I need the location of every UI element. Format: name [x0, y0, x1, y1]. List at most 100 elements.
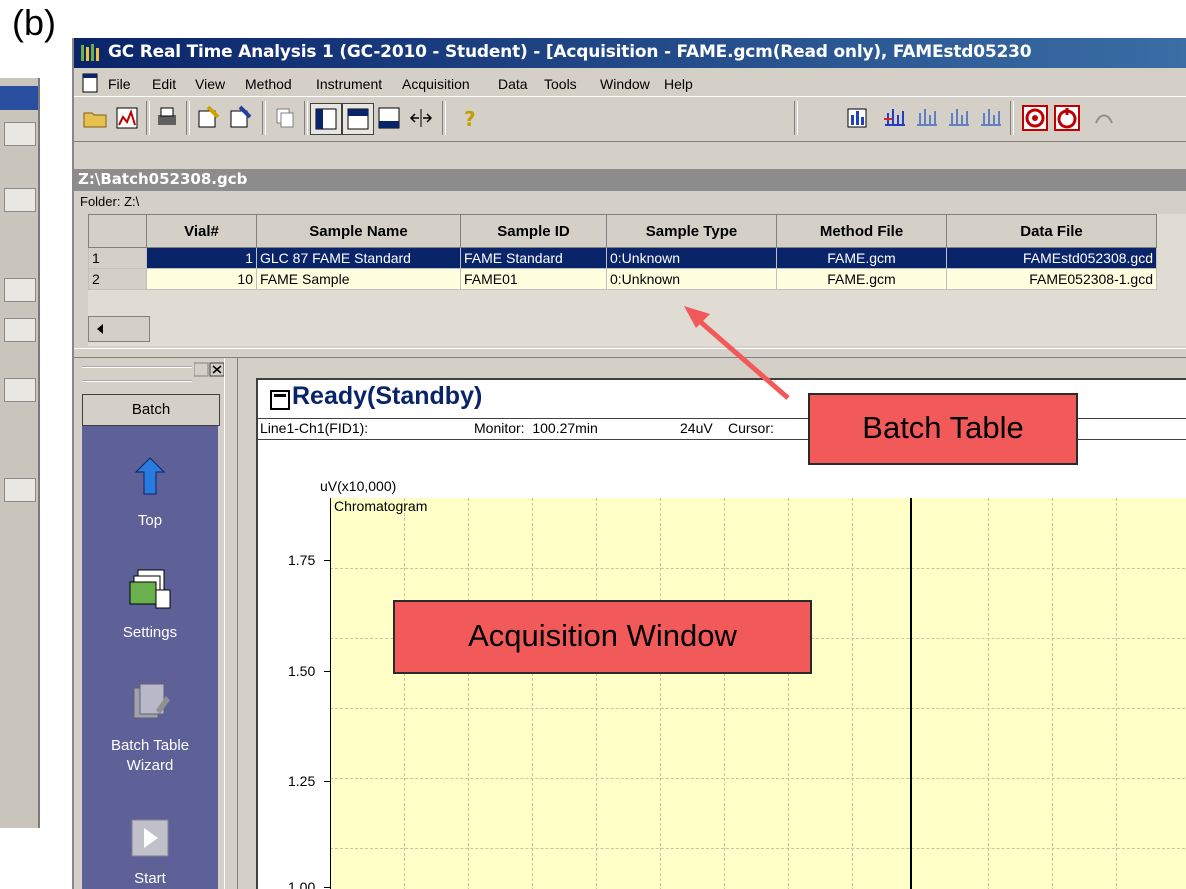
cell-vial[interactable]: 10	[146, 268, 257, 290]
menu-edit[interactable]: Edit	[152, 76, 176, 92]
assistant-item-top[interactable]: Top	[82, 454, 218, 544]
document-icon[interactable]	[80, 72, 102, 94]
menu-method[interactable]: Method	[245, 76, 292, 92]
background-window-strip	[0, 78, 40, 828]
vertical-splitter[interactable]	[224, 358, 238, 889]
assistant-label-top: Top	[137, 512, 163, 529]
layout-left-icon[interactable]	[310, 103, 342, 135]
cell-method-file[interactable]: FAME.gcm	[776, 247, 947, 269]
cell-method-file[interactable]: FAME.gcm	[776, 268, 947, 290]
assistant-item-batch-wizard[interactable]: Batch Table Wizard	[82, 680, 218, 776]
layout-top-icon[interactable]	[342, 103, 374, 135]
horizontal-scrollbar[interactable]	[88, 316, 150, 342]
signal-value: 24uV	[680, 420, 713, 436]
y-tick-label: 1.50	[288, 663, 316, 679]
channel-label: Line1-Ch1(FID1):	[260, 420, 369, 436]
assistant-label-start: Start	[134, 870, 166, 887]
cell-sample-name[interactable]: GLC 87 FAME Standard	[256, 247, 461, 269]
horizontal-splitter[interactable]	[74, 348, 1186, 358]
cell-vial[interactable]: 1	[146, 247, 257, 269]
cursor-label: Cursor:	[728, 420, 774, 436]
assistant-label-batch-wizard: Batch Table Wizard	[110, 737, 190, 774]
assistant-label-settings: Settings	[122, 624, 178, 641]
acquisition-status-title: Ready(Standby)	[292, 382, 483, 410]
assistant-panel: Top Settings Batch Table Wizard Start	[82, 426, 218, 889]
menu-instrument[interactable]: Instrument	[316, 76, 382, 92]
y-axis-unit: uV(x10,000)	[320, 478, 397, 494]
menu-view[interactable]: View	[195, 76, 225, 92]
batch-table-grid: Vial# Sample Name Sample ID Sample Type …	[88, 214, 1157, 290]
cell-data-file[interactable]: FAMEstd052308.gcd	[946, 247, 1157, 269]
tool-extra-icon[interactable]	[1090, 103, 1120, 133]
corner-header[interactable]	[88, 214, 147, 248]
peak-tool-icon-4[interactable]	[976, 103, 1006, 133]
column-header-sample-id[interactable]: Sample ID	[460, 214, 607, 248]
method-icon[interactable]	[194, 103, 224, 133]
y-tick-label: 1.00	[288, 879, 316, 889]
toolbar: ?	[74, 96, 1186, 142]
svg-text:?: ?	[464, 107, 476, 131]
peak-tool-icon-1[interactable]	[880, 103, 910, 133]
up-arrow-icon	[134, 457, 166, 495]
assistant-grip[interactable]	[82, 366, 192, 382]
title-bar[interactable]: GC Real Time Analysis 1 (GC-2010 - Stude…	[74, 38, 1186, 68]
assistant-item-start[interactable]: Start	[82, 818, 218, 889]
chromatogram-plot-area[interactable]	[330, 498, 1186, 889]
menu-acquisition[interactable]: Acquisition	[402, 76, 470, 92]
menu-file[interactable]: File	[108, 76, 131, 92]
row-number[interactable]: 2	[88, 268, 147, 290]
cursor-line[interactable]	[910, 498, 912, 889]
copy-icon[interactable]	[270, 103, 300, 133]
cell-data-file[interactable]: FAME052308-1.gcd	[946, 268, 1157, 290]
y-axis	[330, 498, 331, 889]
panel-label: (b)	[12, 2, 56, 43]
batch-button[interactable]: Batch	[82, 394, 220, 426]
batch-window-title-bar[interactable]: Z:\Batch052308.gcb	[74, 169, 1186, 191]
folder-label: Folder: Z:\	[80, 194, 140, 209]
assistant-item-settings[interactable]: Settings	[82, 566, 218, 656]
window-restore-icon[interactable]	[270, 390, 290, 410]
help-icon[interactable]: ?	[454, 103, 484, 133]
assistant-close-icon[interactable]	[193, 362, 226, 378]
menu-window[interactable]: Window	[600, 76, 650, 92]
menu-bar: File Edit View Method Instrument Acquisi…	[74, 70, 1186, 96]
batch-file-path: Z:\Batch052308.gcb	[78, 170, 248, 188]
instrument-monitor-icon[interactable]	[842, 103, 872, 133]
method-edit-icon[interactable]	[226, 103, 256, 133]
assistant-bar: Batch Top Settings Batch Table Wizard St…	[74, 358, 230, 889]
row-number[interactable]: 1	[88, 247, 147, 269]
split-arrows-icon[interactable]	[406, 103, 436, 133]
column-header-sample-type[interactable]: Sample Type	[606, 214, 777, 248]
print-icon[interactable]	[152, 103, 182, 133]
app-icon	[81, 44, 99, 61]
chart-save-icon[interactable]	[112, 103, 142, 133]
menu-help[interactable]: Help	[664, 76, 693, 92]
record-stop-icon[interactable]	[1020, 103, 1050, 133]
y-tick-label: 1.25	[288, 773, 316, 789]
peak-tool-icon-3[interactable]	[944, 103, 974, 133]
callout-batch-table: Batch Table	[808, 393, 1078, 465]
chromatogram-label: Chromatogram	[334, 498, 428, 514]
column-header-sample-name[interactable]: Sample Name	[256, 214, 461, 248]
column-header-data-file[interactable]: Data File	[946, 214, 1157, 248]
peak-tool-icon-2[interactable]	[912, 103, 942, 133]
column-header-vial[interactable]: Vial#	[146, 214, 257, 248]
cell-sample-name[interactable]: FAME Sample	[256, 268, 461, 290]
settings-icon	[129, 569, 171, 609]
record-start-icon[interactable]	[1052, 103, 1082, 133]
cell-sample-id[interactable]: FAME Standard	[460, 247, 607, 269]
monitor-time: Monitor: 100.27min	[474, 420, 598, 436]
table-row[interactable]: 1 1 GLC 87 FAME Standard FAME Standard 0…	[88, 247, 1157, 269]
open-folder-icon[interactable]	[80, 103, 110, 133]
scroll-left-icon[interactable]	[89, 317, 113, 341]
cell-sample-type[interactable]: 0:Unknown	[606, 247, 777, 269]
menu-tools[interactable]: Tools	[544, 76, 577, 92]
cell-sample-id[interactable]: FAME01	[460, 268, 607, 290]
window-title: GC Real Time Analysis 1 (GC-2010 - Stude…	[108, 42, 1032, 62]
menu-data[interactable]: Data	[498, 76, 528, 92]
play-icon	[131, 819, 169, 857]
cell-sample-type[interactable]: 0:Unknown	[606, 268, 777, 290]
table-row[interactable]: 2 10 FAME Sample FAME01 0:Unknown FAME.g…	[88, 268, 1157, 290]
column-header-method-file[interactable]: Method File	[776, 214, 947, 248]
layout-bottom-icon[interactable]	[374, 103, 404, 133]
